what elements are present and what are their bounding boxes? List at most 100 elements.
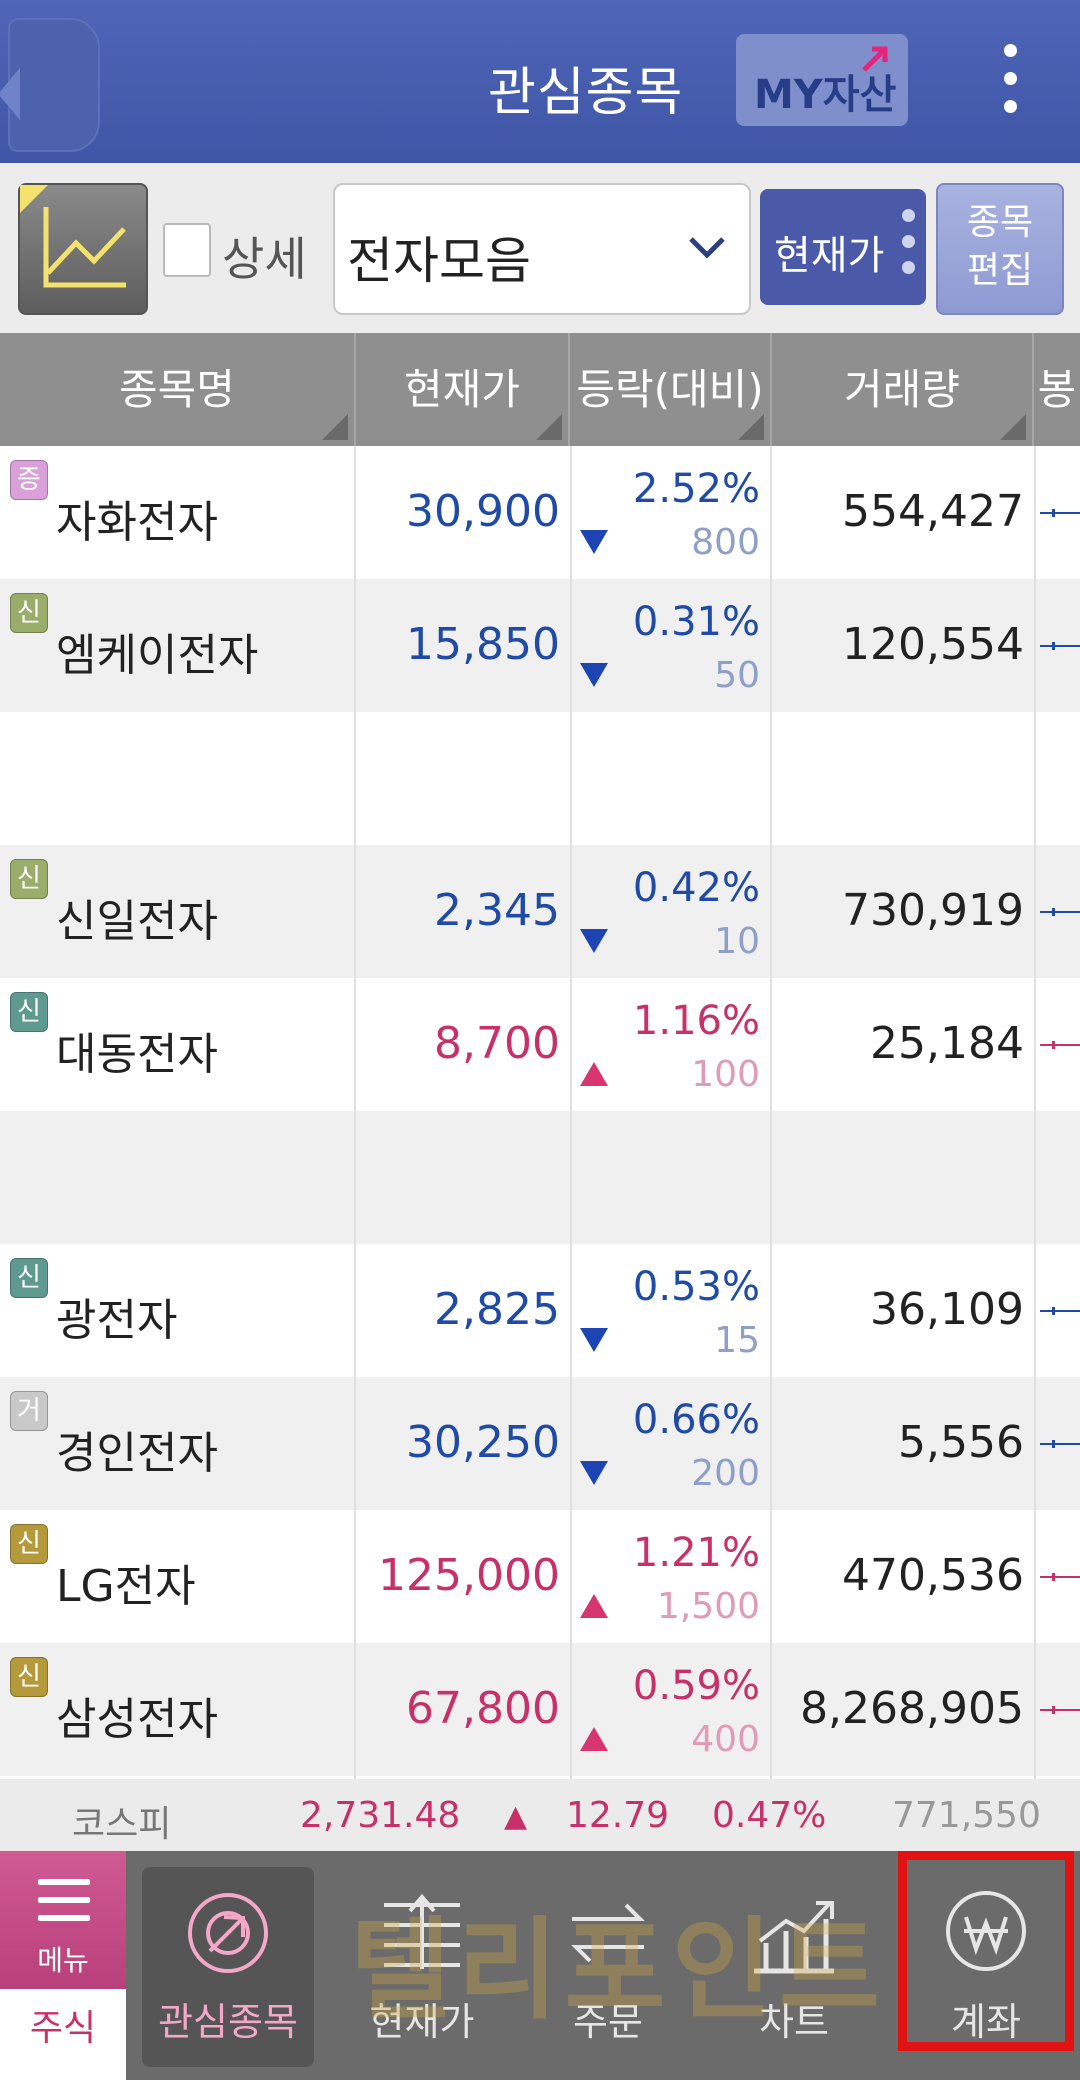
stock-price: 30,900 [406, 486, 560, 537]
change-amount: 15 [714, 1320, 760, 1361]
change-percent: 0.66% [632, 1397, 760, 1443]
change-percent: 0.42% [632, 865, 760, 911]
price-list-icon [384, 1893, 460, 1969]
nav-order[interactable]: 주문 [522, 1851, 694, 2080]
index-name: 코스피 [72, 1804, 172, 1845]
group-select[interactable]: 전자모음 [333, 183, 751, 315]
trade-volume: 36,109 [870, 1284, 1024, 1335]
change-percent: 0.59% [632, 1663, 760, 1709]
detail-checkbox[interactable] [163, 223, 211, 277]
change-percent: 2.52% [632, 466, 760, 512]
stock-name: 대동전자 [56, 1029, 218, 1080]
exchange-arrows-icon [571, 1903, 645, 1963]
back-button[interactable] [0, 14, 100, 152]
stock-price: 30,250 [406, 1417, 560, 1468]
sort-icon [1000, 414, 1026, 440]
table-row[interactable]: 신 광전자 2,825 0.53% 15 36,109 [0, 1244, 1080, 1377]
change-amount: 50 [714, 655, 760, 696]
column-divider [570, 446, 572, 1779]
menu-label: 메뉴 [37, 1944, 89, 1977]
edit-items-button[interactable]: 종목 편집 [936, 183, 1064, 315]
change-percent: 1.21% [632, 1530, 760, 1576]
corner-flag-icon [20, 185, 48, 213]
arrow-up-right-icon [862, 46, 888, 72]
stock-name: 신일전자 [56, 896, 218, 947]
trade-volume: 554,427 [842, 486, 1024, 537]
table-row[interactable]: 신 엠케이전자 15,850 0.31% 50 120,554 [0, 579, 1080, 712]
change-percent: 0.31% [632, 599, 760, 645]
table-row[interactable]: 신 신일전자 2,345 0.42% 10 730,919 [0, 845, 1080, 978]
watchlist-icon [188, 1893, 268, 1973]
hamburger-icon [38, 1879, 90, 1933]
current-price-view-label: 현재가 [774, 233, 885, 279]
trade-volume: 8,268,905 [800, 1683, 1024, 1734]
stock-name: LG전자 [56, 1561, 196, 1612]
arrow-down-icon [580, 1328, 608, 1352]
stock-tab[interactable]: 주식 [0, 1989, 126, 2080]
nav-current-price-label: 현재가 [369, 2000, 475, 2044]
mini-candle-icon [1040, 908, 1080, 916]
index-value: 2,731.48 [300, 1795, 461, 1836]
table-row[interactable]: 거 경인전자 30,250 0.66% 200 5,556 [0, 1377, 1080, 1510]
stock-price: 8,700 [434, 1018, 560, 1069]
index-ticker-bar[interactable]: 코스피 2,731.48 ▲ 12.79 0.47% 771,550 [0, 1779, 1080, 1851]
sort-icon [738, 414, 764, 440]
nav-watchlist-label: 관심종목 [158, 2000, 298, 2044]
edit-items-label-2: 편집 [966, 250, 1034, 291]
stock-name: 삼성전자 [56, 1694, 218, 1745]
bar-chart-icon [754, 1901, 834, 1974]
highlight-box [898, 1851, 1074, 2051]
nav-chart[interactable]: 차트 [708, 1851, 880, 2080]
trade-volume: 5,556 [898, 1417, 1024, 1468]
sort-icon [322, 414, 348, 440]
table-row-empty[interactable] [0, 1111, 1080, 1244]
market-badge: 증 [10, 460, 48, 500]
stock-price: 2,825 [434, 1284, 560, 1335]
arrow-up-icon [580, 1727, 608, 1751]
column-header-change[interactable]: 등락(대비) [570, 333, 772, 446]
chevron-down-icon [689, 237, 725, 259]
arrow-down-icon [580, 530, 608, 554]
current-price-view-button[interactable]: 현재가 [760, 189, 926, 305]
trade-volume: 470,536 [842, 1550, 1024, 1601]
nav-watchlist[interactable]: 관심종목 [142, 1867, 314, 2067]
menu-button[interactable]: 메뉴 [0, 1851, 126, 1989]
page-title: 관심종목 [488, 63, 684, 123]
index-pct: 0.47% [712, 1795, 827, 1836]
chart-toggle-button[interactable] [18, 183, 148, 315]
mini-candle-icon [1040, 1573, 1080, 1581]
stock-price: 15,850 [406, 619, 560, 670]
market-badge: 거 [10, 1391, 48, 1431]
back-arrow-icon [0, 68, 20, 120]
column-header-price[interactable]: 현재가 [356, 333, 570, 446]
table-row[interactable]: 신 삼성전자 67,800 0.59% 400 8,268,905 [0, 1643, 1080, 1776]
column-divider [354, 446, 356, 1779]
mini-candle-icon [1040, 1440, 1080, 1448]
change-percent: 0.53% [632, 1264, 760, 1310]
trade-volume: 120,554 [842, 619, 1024, 670]
arrow-down-icon [580, 1461, 608, 1485]
change-percent: 1.16% [632, 998, 760, 1044]
column-header-volume[interactable]: 거래량 [772, 333, 1034, 446]
market-badge: 신 [10, 593, 48, 633]
table-row[interactable]: 신 대동전자 8,700 1.16% 100 25,184 [0, 978, 1080, 1111]
table-row[interactable]: 증 자화전자 30,900 2.52% 800 554,427 [0, 446, 1080, 579]
stock-price: 2,345 [434, 885, 560, 936]
column-header-candle[interactable]: 봉 [1034, 333, 1080, 446]
column-header-name[interactable]: 종목명 [0, 333, 356, 446]
view-options-icon [902, 209, 916, 287]
more-menu-icon[interactable] [1000, 44, 1020, 124]
mini-candle-icon [1040, 1706, 1080, 1714]
trade-volume: 25,184 [870, 1018, 1024, 1069]
my-assets-button[interactable]: MY자산 [736, 34, 908, 126]
sort-icon [536, 414, 562, 440]
mini-candle-icon [1040, 1307, 1080, 1315]
stock-name: 광전자 [56, 1295, 178, 1346]
detail-label: 상세 [222, 232, 307, 286]
table-row[interactable]: 신 LG전자 125,000 1.21% 1,500 470,536 [0, 1510, 1080, 1643]
mini-candle-icon [1040, 642, 1080, 650]
table-row-empty[interactable] [0, 712, 1080, 845]
nav-current-price[interactable]: 현재가 [336, 1851, 508, 2080]
change-amount: 100 [691, 1054, 760, 1095]
market-badge: 신 [10, 1258, 48, 1298]
